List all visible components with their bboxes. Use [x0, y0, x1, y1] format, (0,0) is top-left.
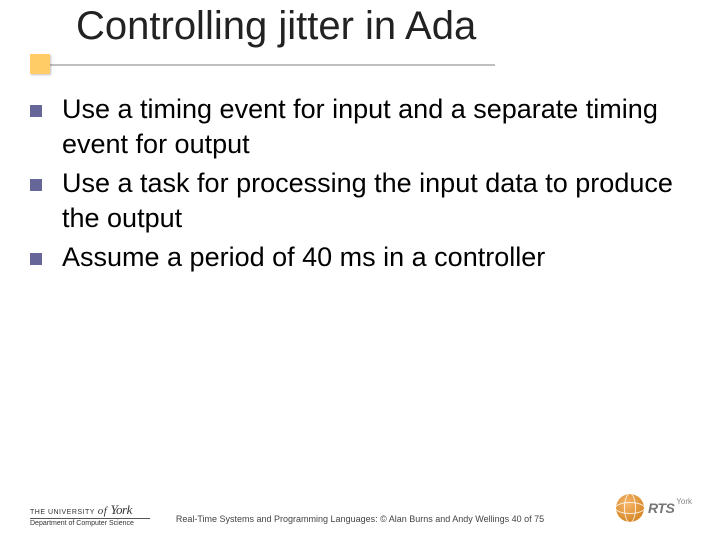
rts-label: RTS	[648, 500, 674, 516]
slide: Controlling jitter in Ada Use a timing e…	[0, 0, 720, 540]
bullet-text: Use a timing event for input and a separ…	[62, 92, 690, 162]
slide-title: Controlling jitter in Ada	[0, 6, 720, 46]
list-item: Use a timing event for input and a separ…	[30, 92, 690, 162]
list-item: Use a task for processing the input data…	[30, 166, 690, 236]
rts-logo: RTS York	[616, 494, 692, 522]
rts-york-label: York	[676, 497, 692, 506]
footer: THE UNIVERSITY of York Department of Com…	[0, 486, 720, 528]
bullet-text: Assume a period of 40 ms in a controller	[62, 240, 690, 275]
title-block: Controlling jitter in Ada	[0, 6, 720, 46]
bullet-icon	[30, 253, 42, 265]
bullet-text: Use a task for processing the input data…	[62, 166, 690, 236]
list-item: Assume a period of 40 ms in a controller	[30, 240, 690, 275]
content-area: Use a timing event for input and a separ…	[30, 92, 690, 279]
title-underline	[30, 64, 495, 66]
footer-text: Real-Time Systems and Programming Langua…	[0, 514, 720, 524]
title-square-accent	[30, 54, 50, 74]
bullet-icon	[30, 105, 42, 117]
bullet-icon	[30, 179, 42, 191]
globe-icon	[616, 494, 644, 522]
